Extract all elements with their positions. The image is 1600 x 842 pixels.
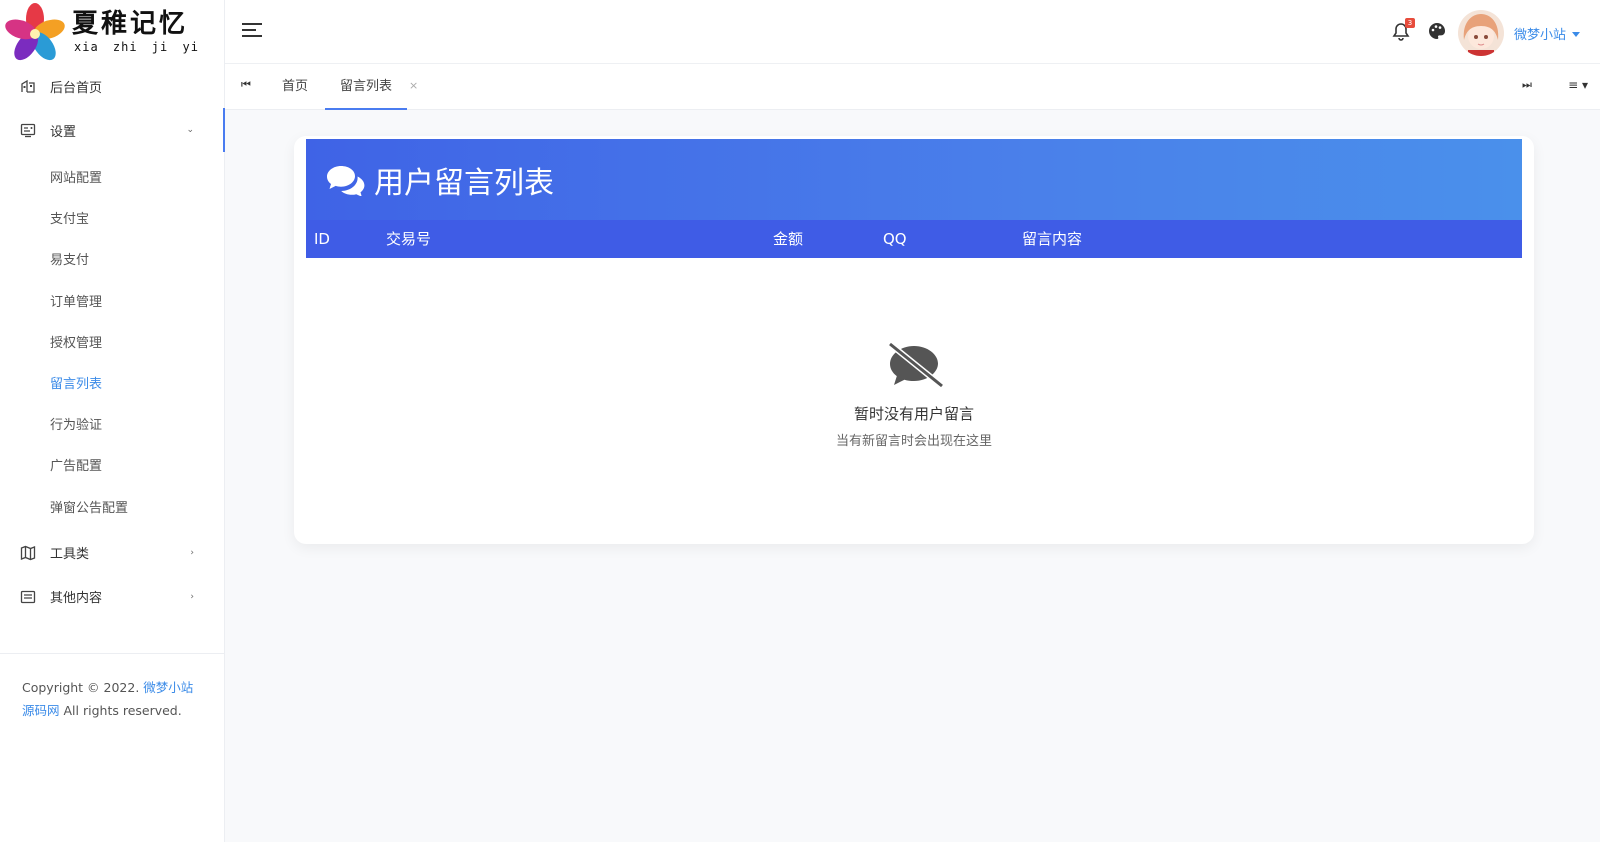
sidebar-item-label: 工具类 [50, 547, 90, 563]
sidebar-item-other[interactable]: 其他内容 › [0, 575, 224, 619]
column-header-trade-no: 交易号 [386, 230, 432, 248]
brand-name: 夏稚记忆 [72, 9, 189, 39]
column-header-amount: 金额 [773, 230, 804, 248]
sidebar-divider [0, 653, 224, 654]
column-header-qq: QQ [883, 230, 907, 248]
settings-card-icon [20, 122, 36, 138]
message-list-card: 用户留言列表 ID 交易号 金额 QQ 留言内容 暂时没有用户留言 当有新留言时… [294, 136, 1534, 544]
palette-icon [1429, 22, 1446, 39]
empty-subtitle: 当有新留言时会出现在这里 [835, 434, 992, 449]
chevron-right-icon: › [190, 547, 194, 558]
copyright-suffix: All rights reserved. [63, 703, 182, 718]
notification-bell[interactable]: 3 [1392, 18, 1415, 42]
sidebar-item-dashboard[interactable]: 后台首页 [0, 64, 224, 108]
dashboard-icon [20, 78, 36, 94]
tab-scroll-right-icon[interactable]: ⏭ [1522, 78, 1532, 92]
empty-title: 暂时没有用户留言 [853, 405, 974, 423]
submenu-item-alipay[interactable]: 支付宝 [0, 197, 224, 238]
copyright-prefix: Copyright © 2022. [22, 680, 140, 695]
submenu-item-licenses[interactable]: 授权管理 [0, 321, 224, 362]
logo[interactable]: 夏稚记忆 xia zhi ji yi [0, 0, 224, 64]
topbar: 3 微梦小站 [225, 0, 1600, 64]
column-header-id: ID [314, 230, 330, 248]
tab-bar: ⏮ 首页 留言列表 × ⏭ ≡ ▾ [225, 64, 1600, 110]
sidebar-item-tools[interactable]: 工具类 › [0, 531, 224, 575]
comments-icon [327, 165, 365, 196]
sidebar: 夏稚记忆 xia zhi ji yi 后台首页 设置 ⌄ 网站配置 支付宝 易支… [0, 0, 225, 842]
submenu-item-messages[interactable]: 留言列表 [0, 362, 224, 403]
comment-slash-icon [888, 341, 944, 389]
copyright: Copyright © 2022. 微梦小站源码网 All rights res… [22, 676, 202, 722]
submenu-item-epay[interactable]: 易支付 [0, 238, 224, 279]
column-header-content: 留言内容 [1022, 230, 1083, 248]
tab-close-icon[interactable]: × [409, 64, 418, 110]
table-header: ID 交易号 金额 QQ 留言内容 [306, 220, 1522, 258]
submenu-item-ads[interactable]: 广告配置 [0, 444, 224, 485]
user-avatar-icon [1458, 10, 1504, 56]
tab-menu-icon[interactable]: ≡ ▾ [1568, 78, 1588, 92]
settings-submenu: 网站配置 支付宝 易支付 订单管理 授权管理 留言列表 行为验证 广告配置 弹窗… [0, 152, 224, 531]
tab-home[interactable]: 首页 [282, 64, 308, 110]
chevron-down-icon: ⌄ [186, 125, 194, 135]
card-header: 用户留言列表 [306, 139, 1522, 220]
theme-palette[interactable] [1428, 22, 1446, 40]
submenu-item-popup-notice[interactable]: 弹窗公告配置 [0, 486, 224, 527]
tab-scroll-left-icon[interactable]: ⏮ [241, 78, 251, 92]
sidebar-item-label: 后台首页 [50, 80, 103, 96]
sidebar-item-label: 其他内容 [50, 591, 103, 607]
sidebar-item-label: 设置 [50, 124, 77, 140]
chevron-right-icon: › [190, 591, 194, 602]
map-icon [20, 545, 36, 561]
submenu-item-captcha[interactable]: 行为验证 [0, 403, 224, 444]
flower-logo-icon [5, 3, 65, 61]
notification-badge: 3 [1405, 18, 1415, 28]
sidebar-item-settings[interactable]: 设置 ⌄ [0, 108, 225, 152]
brand-pinyin: xia zhi ji yi [74, 40, 199, 54]
avatar[interactable] [1458, 10, 1504, 56]
tab-messages[interactable]: 留言列表 [325, 64, 408, 110]
submenu-item-site-config[interactable]: 网站配置 [0, 156, 224, 197]
submenu-item-orders[interactable]: 订单管理 [0, 280, 224, 321]
list-icon [20, 589, 36, 605]
menu-toggle-icon[interactable] [242, 23, 262, 39]
page-title: 用户留言列表 [374, 165, 554, 201]
user-menu[interactable]: 微梦小站 [1514, 24, 1580, 43]
empty-state: 暂时没有用户留言 当有新留言时会出现在这里 [306, 341, 1522, 449]
